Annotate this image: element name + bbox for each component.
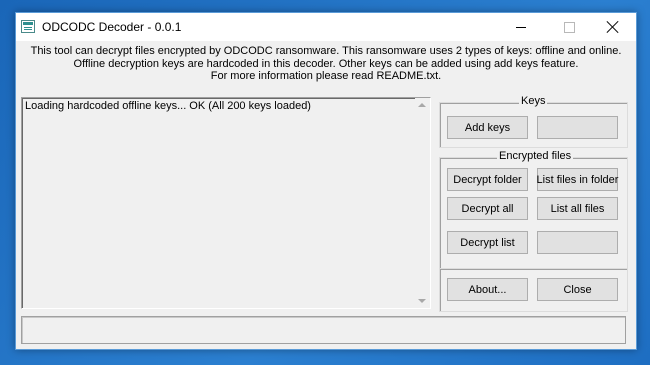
encrypted-blank-button[interactable]	[537, 231, 618, 254]
close-window-button[interactable]	[590, 13, 636, 41]
log-line: Loading hardcoded offline keys... OK (Al…	[25, 100, 311, 112]
decoder-window: ODCODC Decoder - 0.0.1 This tool can dec…	[15, 12, 637, 350]
minimize-icon	[516, 26, 526, 28]
encrypted-files-group-label: Encrypted files	[497, 150, 574, 162]
status-bar	[21, 316, 626, 344]
list-files-in-folder-button[interactable]: List files in folder	[537, 168, 618, 191]
scroll-up-icon[interactable]	[418, 103, 426, 107]
keys-blank-button[interactable]	[537, 116, 618, 139]
info-line: For more information please read README.…	[210, 70, 442, 83]
scroll-down-icon[interactable]	[418, 299, 426, 303]
about-button[interactable]: About...	[447, 278, 528, 301]
list-all-files-button[interactable]: List all files	[537, 197, 618, 220]
title-bar[interactable]: ODCODC Decoder - 0.0.1	[16, 13, 636, 41]
decrypt-folder-button[interactable]: Decrypt folder	[447, 168, 528, 191]
add-keys-button[interactable]: Add keys	[447, 116, 528, 139]
info-line: This tool can decrypt files encrypted by…	[30, 45, 622, 57]
close-button[interactable]: Close	[537, 278, 618, 301]
decrypt-all-button[interactable]: Decrypt all	[447, 197, 528, 220]
decrypt-list-button[interactable]: Decrypt list	[447, 231, 528, 254]
close-icon	[607, 21, 619, 33]
info-text: This tool can decrypt files encrypted by…	[16, 45, 636, 83]
maximize-icon	[563, 21, 575, 33]
maximize-button[interactable]	[546, 13, 592, 41]
app-icon	[21, 20, 35, 33]
log-scrollbar[interactable]	[415, 98, 430, 308]
log-textbox[interactable]: Loading hardcoded offline keys... OK (Al…	[21, 97, 431, 309]
info-line: Offline decryption keys are hardcoded in…	[73, 57, 579, 70]
minimize-button[interactable]	[498, 13, 544, 41]
keys-group-label: Keys	[519, 95, 548, 107]
window-title: ODCODC Decoder - 0.0.1	[42, 20, 182, 34]
